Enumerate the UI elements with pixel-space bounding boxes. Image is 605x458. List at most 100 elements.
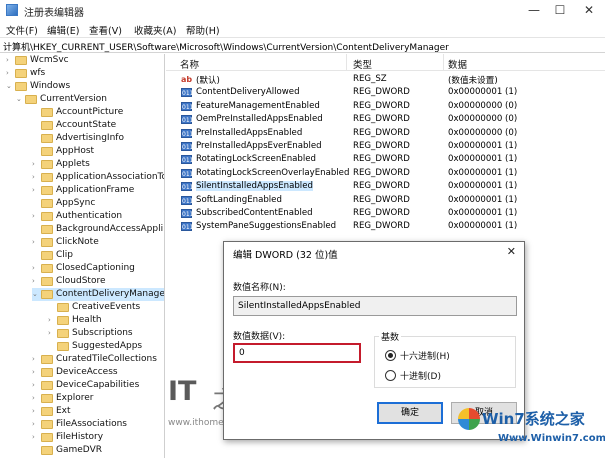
- tree-item[interactable]: › CloudStore: [32, 275, 106, 288]
- chevron-icon[interactable]: ›: [32, 158, 41, 171]
- tree-item[interactable]: AccountState: [41, 119, 116, 132]
- tree-item[interactable]: AdvertisingInfo: [41, 132, 124, 145]
- value-type: REG_DWORD: [353, 154, 410, 165]
- string-value-icon: ab: [181, 75, 193, 84]
- tree-item[interactable]: › ApplicationFrame: [32, 184, 134, 197]
- base-group-title: 基数: [379, 330, 402, 343]
- chevron-icon[interactable]: ›: [32, 379, 41, 392]
- tree-item[interactable]: › ClickNote: [32, 236, 99, 249]
- menu-view[interactable]: 查看(V): [89, 23, 122, 37]
- tree-item[interactable]: › Explorer: [32, 392, 93, 405]
- column-type-header[interactable]: 类型: [353, 57, 372, 71]
- folder-icon: [15, 56, 27, 65]
- folder-icon: [41, 394, 53, 403]
- chevron-down-icon[interactable]: ⌄: [32, 288, 41, 301]
- registry-key-tree[interactable]: › WcmSvc › wfs ⌄ Windows ⌄ CurrentVersion Ac…: [0, 54, 165, 458]
- chevron-icon[interactable]: ›: [32, 236, 41, 249]
- value-row[interactable]: 011 OemPreInstalledAppsEnabled REG_DWORD 0x…: [166, 113, 605, 126]
- chevron-icon[interactable]: ›: [32, 353, 41, 366]
- menu-help[interactable]: 帮助(H): [186, 23, 220, 37]
- tree-item[interactable]: › WcmSvc: [6, 54, 69, 67]
- folder-icon: [41, 160, 53, 169]
- value-row[interactable]: 011 SystemPaneSuggestionsEnabled REG_DWORD…: [166, 220, 605, 233]
- maximize-button[interactable]: ☐: [547, 2, 573, 18]
- chevron-icon[interactable]: ›: [32, 431, 41, 444]
- chevron-icon[interactable]: ›: [32, 392, 41, 405]
- tree-item[interactable]: › FileHistory: [32, 431, 103, 444]
- close-window-button[interactable]: ✕: [576, 2, 602, 18]
- tree-item[interactable]: ⌄ Windows: [6, 80, 70, 93]
- tree-item[interactable]: AppHost: [41, 145, 94, 158]
- value-row[interactable]: 011 SubscribedContentEnabled REG_DWORD 0x00…: [166, 207, 605, 220]
- chevron-icon[interactable]: ›: [32, 184, 41, 197]
- menu-favorites[interactable]: 收藏夹(A): [134, 23, 176, 37]
- tree-item[interactable]: › FileAssociations: [32, 418, 127, 431]
- radio-button[interactable]: [385, 370, 396, 381]
- chevron-icon[interactable]: ›: [32, 171, 41, 184]
- value-row[interactable]: 011 FeatureManagementEnabled REG_DWORD 0x00…: [166, 100, 605, 113]
- column-divider[interactable]: [346, 54, 347, 71]
- folder-icon: [15, 69, 27, 78]
- chevron-icon[interactable]: ›: [6, 54, 15, 67]
- tree-item[interactable]: › Health: [48, 314, 102, 327]
- tree-item[interactable]: › Applets: [32, 158, 90, 171]
- tree-item[interactable]: BackgroundAccessAppli: [41, 223, 163, 236]
- tree-item[interactable]: CreativeEvents: [57, 301, 140, 314]
- chevron-icon[interactable]: ›: [6, 67, 15, 80]
- value-type: REG_DWORD: [353, 181, 410, 192]
- chevron-icon[interactable]: ›: [32, 366, 41, 379]
- tree-item[interactable]: › DeviceCapabilities: [32, 379, 139, 392]
- value-row[interactable]: 011 PreInstalledAppsEnabled REG_DWORD 0x000…: [166, 127, 605, 140]
- chevron-icon[interactable]: ›: [48, 314, 57, 327]
- address-bar[interactable]: 计算机\HKEY_CURRENT_USER\Software\Microsoft…: [0, 37, 605, 53]
- chevron-icon[interactable]: ›: [32, 210, 41, 223]
- chevron-icon[interactable]: ›: [32, 405, 41, 418]
- tree-item[interactable]: › Ext: [32, 405, 71, 418]
- chevron-icon[interactable]: ›: [48, 327, 57, 340]
- value-row[interactable]: 011 RotatingLockScreenEnabled REG_DWORD 0x0…: [166, 153, 605, 166]
- tree-item[interactable]: GameDVR: [41, 444, 102, 457]
- ok-button[interactable]: 确定: [377, 402, 443, 424]
- folder-icon: [41, 108, 53, 117]
- tree-item[interactable]: › Authentication: [32, 210, 122, 223]
- tree-item[interactable]: AccountPicture: [41, 106, 123, 119]
- chevron-down-icon[interactable]: ⌄: [16, 93, 25, 106]
- radio-hex-label[interactable]: 十六进制(H): [400, 349, 450, 362]
- value-row[interactable]: 011 ContentDeliveryAllowed REG_DWORD 0x0000…: [166, 86, 605, 99]
- tree-item[interactable]: SuggestedApps: [57, 340, 142, 353]
- folder-icon: [41, 290, 53, 299]
- value-row[interactable]: 011 PreInstalledAppsEverEnabled REG_DWORD 0…: [166, 140, 605, 153]
- column-data-header[interactable]: 数据: [448, 57, 467, 71]
- value-row-selected[interactable]: 011 SilentInstalledAppsEnabled REG_DWORD 0x…: [166, 180, 605, 193]
- folder-icon: [15, 82, 27, 91]
- column-name-header[interactable]: 名称: [180, 57, 199, 71]
- tree-item[interactable]: › ClosedCaptioning: [32, 262, 135, 275]
- chevron-down-icon[interactable]: ⌄: [6, 80, 15, 93]
- chevron-icon[interactable]: ›: [32, 275, 41, 288]
- tree-item[interactable]: ⌄ CurrentVersion: [16, 93, 107, 106]
- value-name-field: [233, 296, 517, 316]
- minimize-button[interactable]: —: [521, 2, 547, 18]
- value-row[interactable]: 011 RotatingLockScreenOverlayEnabled REG_D…: [166, 167, 605, 180]
- radio-button-checked[interactable]: [385, 350, 396, 361]
- tree-item[interactable]: › wfs: [6, 67, 45, 80]
- value-data-input[interactable]: [233, 343, 361, 363]
- tree-item[interactable]: › Subscriptions: [48, 327, 133, 340]
- address-path[interactable]: 计算机\HKEY_CURRENT_USER\Software\Microsoft…: [3, 40, 449, 53]
- menu-edit[interactable]: 编辑(E): [47, 23, 79, 37]
- value-name: SoftLandingEnabled: [196, 194, 282, 205]
- tree-item[interactable]: › ApplicationAssociationTo: [32, 171, 164, 184]
- dialog-close-button[interactable]: ✕: [507, 245, 516, 258]
- tree-item[interactable]: AppSync: [41, 197, 95, 210]
- tree-item[interactable]: Clip: [41, 249, 73, 262]
- chevron-icon[interactable]: ›: [32, 418, 41, 431]
- tree-item-selected[interactable]: ⌄ ContentDeliveryManager: [32, 288, 164, 301]
- tree-item[interactable]: › CuratedTileCollections: [32, 353, 157, 366]
- chevron-icon[interactable]: ›: [32, 262, 41, 275]
- column-divider[interactable]: [443, 54, 444, 71]
- tree-item[interactable]: › DeviceAccess: [32, 366, 118, 379]
- value-row[interactable]: ab (默认) REG_SZ (数值未设置): [166, 73, 605, 86]
- menu-file[interactable]: 文件(F): [6, 23, 38, 37]
- value-row[interactable]: 011 SoftLandingEnabled REG_DWORD 0x00000001…: [166, 194, 605, 207]
- radio-dec-label[interactable]: 十进制(D): [400, 369, 441, 382]
